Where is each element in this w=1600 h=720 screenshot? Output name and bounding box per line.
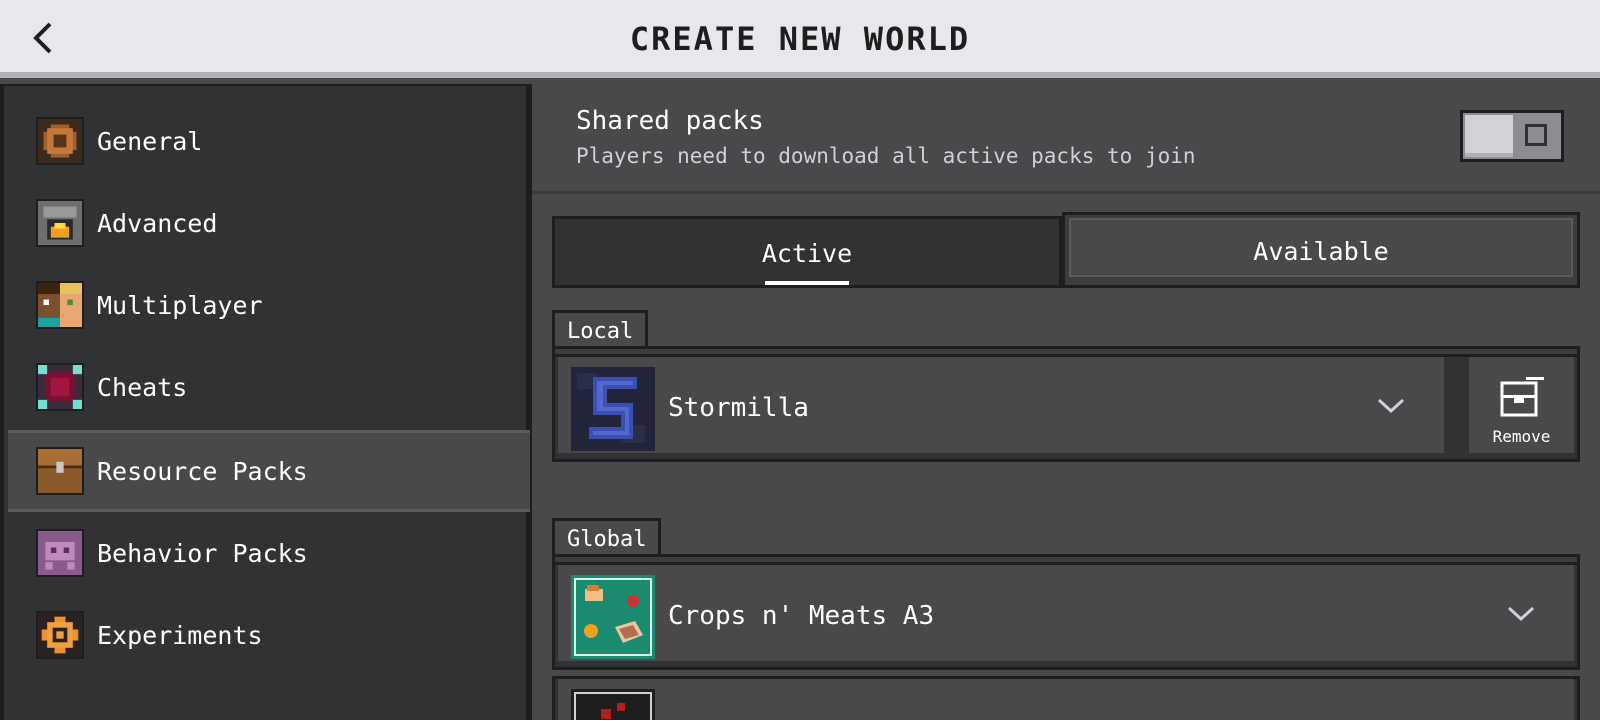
remove-label: Remove: [1492, 427, 1551, 446]
pack-row-crops-n-meats: Crops n' Meats A3: [552, 562, 1580, 670]
page-title: CREATE NEW WORLD: [629, 20, 971, 58]
furnace-icon: [36, 199, 84, 247]
sidebar-item-label: General: [97, 126, 203, 156]
header-bar: CREATE NEW WORLD: [0, 0, 1600, 78]
pack-row-partial: [552, 676, 1580, 720]
sidebar-item-label: Advanced: [97, 208, 218, 238]
tab-available-label: Available: [1253, 237, 1389, 266]
pack-name: Crops n' Meats A3: [668, 601, 935, 631]
chest-icon: [36, 447, 84, 495]
sidebar-item-label: Behavior Packs: [97, 538, 308, 568]
section-label-global: Global: [552, 518, 662, 558]
pack-tabs: Active Available: [552, 212, 1580, 290]
cheats-icon: [36, 363, 84, 411]
sidebar-item-experiments[interactable]: Experiments: [8, 594, 530, 676]
stormilla-pack-icon: [571, 367, 655, 451]
sidebar-item-label: Resource Packs: [97, 456, 308, 486]
pack-item[interactable]: [558, 679, 1574, 720]
gear-icon: [36, 117, 84, 165]
tab-active-label: Active: [761, 239, 853, 268]
pack-icon: [571, 689, 655, 720]
shared-packs-description: Players need to download all active pack…: [576, 144, 1196, 168]
main-panel: Shared packs Players need to download al…: [532, 84, 1600, 720]
players-icon: [36, 281, 84, 329]
tab-available-inner: Available: [1069, 218, 1573, 277]
experiments-icon: [36, 611, 84, 659]
crops-n-meats-pack-icon: [571, 575, 655, 659]
remove-icon: [1500, 377, 1544, 417]
sidebar-item-behavior-packs[interactable]: Behavior Packs: [8, 512, 530, 594]
section-label-local: Local: [552, 310, 649, 350]
tab-active[interactable]: Active: [552, 216, 1062, 288]
remove-pack-button[interactable]: Remove: [1466, 357, 1574, 457]
shared-packs-title: Shared packs: [576, 106, 764, 136]
sidebar-item-label: Cheats: [97, 372, 188, 402]
toggle-off-icon: [1525, 124, 1547, 146]
toggle-knob: [1465, 115, 1513, 157]
shared-packs-toggle[interactable]: [1460, 110, 1564, 162]
sidebar-item-general[interactable]: General: [8, 100, 530, 182]
pack-item[interactable]: Crops n' Meats A3: [558, 565, 1574, 665]
sidebar-item-multiplayer[interactable]: Multiplayer: [8, 264, 530, 346]
sidebar-item-cheats[interactable]: Cheats: [8, 346, 530, 428]
sidebar-item-label: Experiments: [97, 620, 263, 650]
chevron-down-icon[interactable]: [1376, 393, 1406, 417]
pack-name: Stormilla: [668, 393, 809, 423]
sidebar-item-resource-packs[interactable]: Resource Packs: [8, 430, 530, 512]
tab-underline: [765, 281, 849, 285]
sidebar-item-label: Multiplayer: [97, 290, 263, 320]
shared-packs-row: Shared packs Players need to download al…: [532, 84, 1600, 194]
behavior-icon: [36, 529, 84, 577]
sidebar: General Advanced Multiplayer Cheats Reso…: [0, 84, 532, 720]
pack-item[interactable]: Stormilla: [558, 357, 1444, 457]
sidebar-item-advanced[interactable]: Advanced: [8, 182, 530, 264]
pack-row-stormilla: Stormilla Remove: [552, 354, 1580, 462]
tab-available[interactable]: Available: [1062, 212, 1580, 288]
chevron-down-icon[interactable]: [1506, 601, 1536, 625]
